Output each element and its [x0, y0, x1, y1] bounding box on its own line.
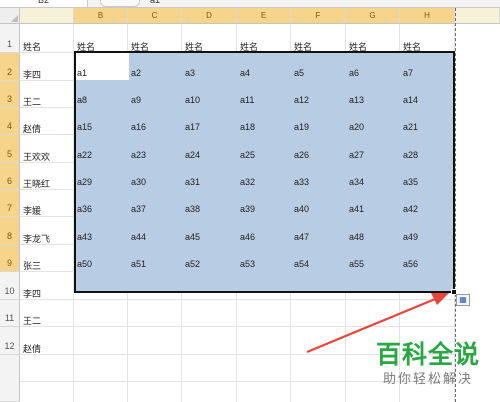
watermark-tagline: 助你轻松解决	[382, 371, 473, 386]
watermark-logo: 百科全说	[375, 341, 480, 369]
watermark: 百科全说 助你轻松解决	[362, 340, 494, 396]
